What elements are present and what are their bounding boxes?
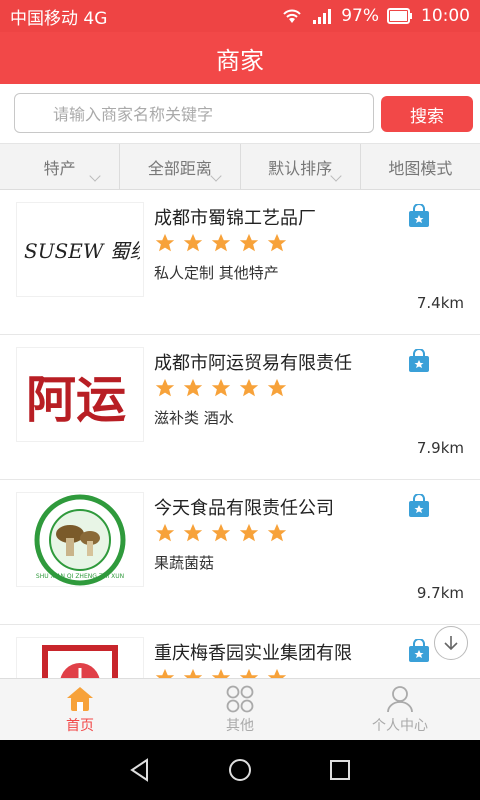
merchant-tags: 滋补类 酒水 [154, 409, 234, 427]
carrier-label: 中国移动 4G [10, 8, 108, 29]
filter-label: 默认排序 [268, 158, 333, 178]
bottom-tab-bar: 首页 其他 个人中心 [0, 678, 480, 740]
tab-home[interactable]: 首页 [0, 679, 160, 740]
clock: 10:00 [421, 6, 470, 26]
rating-stars [154, 522, 288, 544]
star-icon [211, 378, 231, 397]
rating-stars [154, 232, 288, 254]
star-icon [239, 668, 259, 678]
home-nav-icon[interactable] [227, 757, 253, 783]
star-icon [211, 233, 231, 252]
star-icon [267, 233, 287, 252]
star-icon [183, 233, 203, 252]
filter-distance[interactable]: 全部距离 [120, 144, 241, 189]
search-placeholder: 请输入商家名称关键字 [53, 105, 214, 124]
merchant-distance: 9.7km [416, 584, 464, 602]
signal-icon [313, 9, 332, 24]
merchant-logo: 阿运 [16, 347, 144, 442]
search-button-label: 搜索 [410, 106, 444, 127]
search-bar: 请输入商家名称关键字 搜索 [0, 84, 480, 144]
susew-logo: SUSEW 蜀绣家坊 [24, 239, 140, 263]
merchant-name: 成都市阿运贸易有限责任 [154, 353, 352, 374]
meixiangyuan-logo [42, 644, 118, 678]
star-icon [211, 523, 231, 542]
rating-stars [154, 667, 288, 678]
star-icon [183, 523, 203, 542]
star-icon [267, 378, 287, 397]
shop-bag-icon [409, 204, 429, 227]
battery-percent: 97% [341, 6, 379, 26]
star-icon [155, 523, 175, 542]
merchant-tags: 私人定制 其他特产 [154, 264, 279, 282]
merchant-name: 成都市蜀锦工艺品厂 [154, 208, 316, 229]
tab-label: 个人中心 [372, 717, 428, 734]
rating-stars [154, 377, 288, 399]
star-icon [239, 233, 259, 252]
star-icon [183, 668, 203, 678]
search-input[interactable]: 请输入商家名称关键字 [14, 93, 374, 133]
filter-sort[interactable]: 默认排序 [241, 144, 361, 189]
scroll-down-button[interactable] [434, 626, 468, 660]
star-icon [239, 523, 259, 542]
star-icon [155, 668, 175, 678]
status-right: 97% 10:00 [281, 6, 470, 26]
filter-specialty[interactable]: 特产 [0, 144, 121, 189]
merchant-item[interactable]: 重庆梅香园实业集团有限 [0, 625, 480, 678]
tab-label: 其他 [226, 717, 254, 734]
merchant-tags: 果蔬菌菇 [154, 554, 215, 572]
arrow-down-icon [444, 636, 458, 651]
page-title: 商家 [216, 46, 264, 75]
merchant-name: 重庆梅香园实业集团有限 [154, 643, 352, 664]
merchant-logo: SHU XIAN QI ZHENG ZHI XUN [16, 492, 144, 587]
shop-bag-icon [409, 639, 429, 662]
star-icon [155, 233, 175, 252]
merchant-distance: 7.9km [416, 439, 464, 457]
merchant-distance: 7.4km [416, 294, 464, 312]
mushroom-logo: SHU XIAN QI ZHENG ZHI XUN [34, 494, 126, 585]
merchant-list: SUSEW 蜀绣家坊 成都市蜀锦工艺品厂 私人定制 其他特产 7.4km 阿运 … [0, 190, 480, 678]
tab-label: 首页 [66, 717, 94, 734]
star-icon [155, 378, 175, 397]
shop-bag-icon [409, 349, 429, 372]
logo-text: 阿运 [26, 370, 126, 429]
merchant-logo [16, 637, 144, 678]
merchant-item[interactable]: SHU XIAN QI ZHENG ZHI XUN 今天食品有限责任公司 果蔬菌… [0, 480, 480, 625]
merchant-item[interactable]: 阿运 成都市阿运贸易有限责任 滋补类 酒水 7.9km [0, 335, 480, 480]
battery-icon [387, 8, 412, 24]
filter-map-mode[interactable]: 地图模式 [361, 144, 480, 189]
star-icon [267, 668, 287, 678]
tab-profile[interactable]: 个人中心 [320, 679, 480, 740]
logo-text: SUSEW 蜀绣家坊 [24, 239, 140, 263]
merchant-item[interactable]: SUSEW 蜀绣家坊 成都市蜀锦工艺品厂 私人定制 其他特产 7.4km [0, 190, 480, 335]
user-icon [387, 685, 413, 712]
search-button[interactable]: 搜索 [381, 96, 473, 132]
shop-bag-icon [409, 494, 429, 517]
filter-label: 全部距离 [147, 158, 212, 178]
chevron-down-icon [89, 170, 101, 182]
tab-other[interactable]: 其他 [160, 679, 320, 740]
filter-label: 地图模式 [388, 158, 453, 178]
home-icon [67, 686, 93, 711]
back-icon[interactable] [127, 757, 153, 783]
merchant-logo: SUSEW 蜀绣家坊 [16, 202, 144, 297]
grid-icon [226, 685, 254, 712]
logo-text: SHU XIAN QI ZHENG ZHI XUN [36, 573, 124, 580]
star-icon [183, 378, 203, 397]
ayun-logo: 阿运 [26, 370, 126, 429]
filter-label: 特产 [43, 158, 76, 178]
page-header: 商家 [0, 32, 480, 84]
star-icon [267, 523, 287, 542]
merchant-name: 今天食品有限责任公司 [154, 498, 334, 519]
system-nav-bar [0, 740, 480, 800]
status-bar: 中国移动 4G 97% 10:00 [0, 0, 480, 32]
wifi-icon [283, 9, 301, 23]
recents-icon[interactable] [327, 757, 353, 783]
star-icon [239, 378, 259, 397]
star-icon [211, 668, 231, 678]
filter-bar: 特产 全部距离 默认排序 地图模式 [0, 144, 480, 190]
